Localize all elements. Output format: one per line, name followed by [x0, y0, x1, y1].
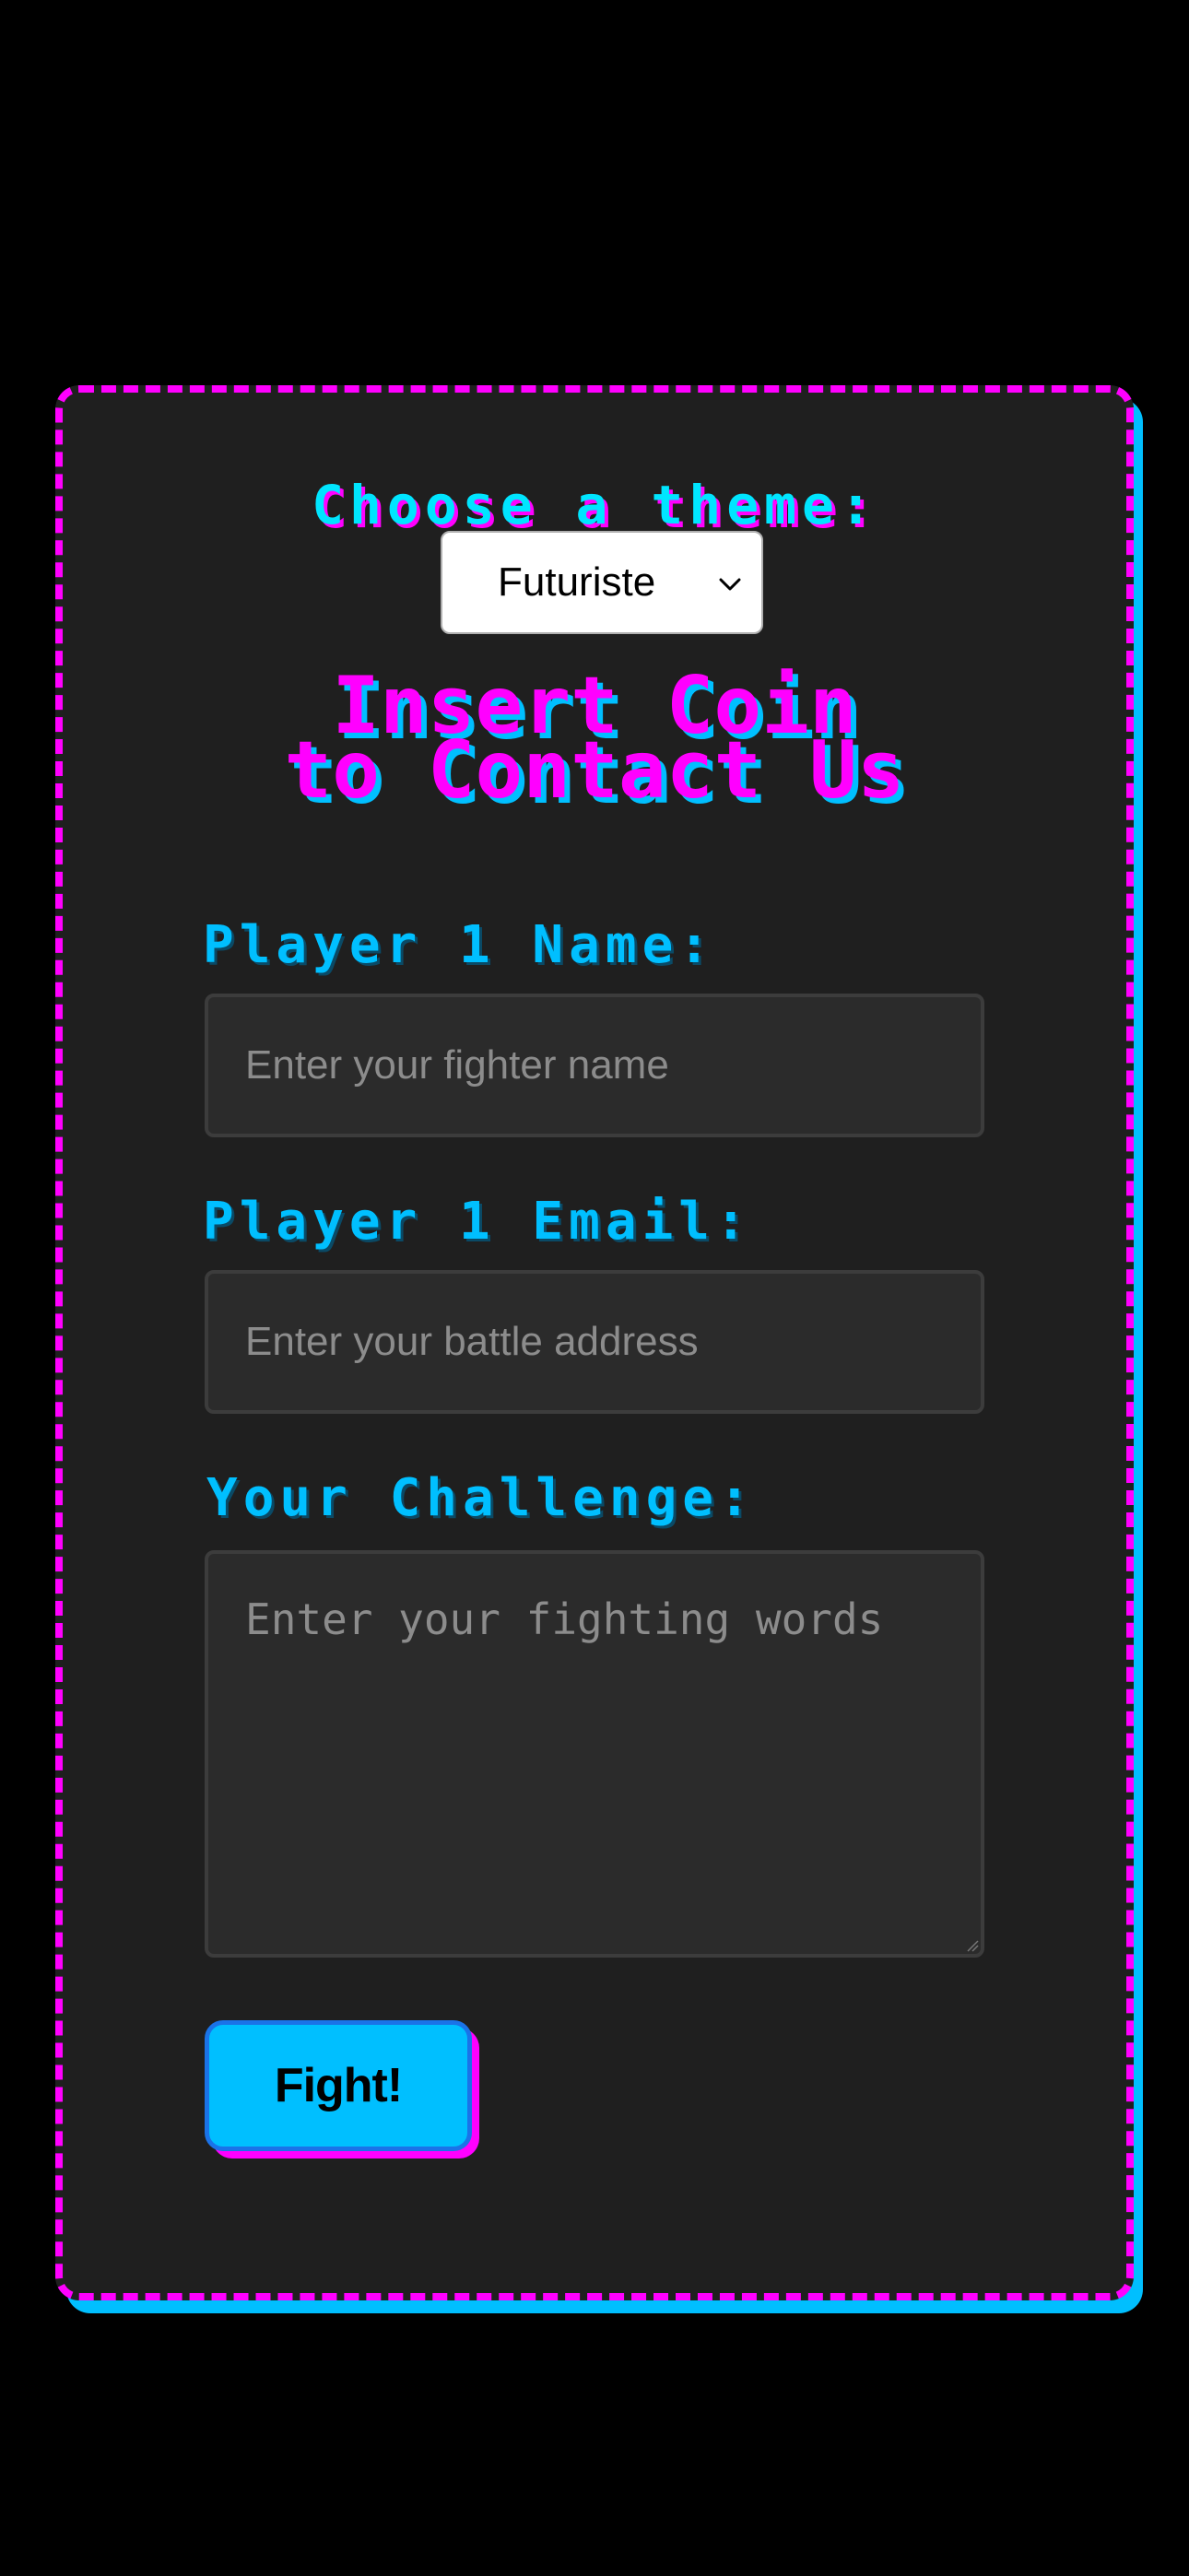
fight-button[interactable]: Fight! — [205, 2020, 472, 2151]
theme-label: Choose a theme: — [312, 474, 877, 536]
chevron-down-icon — [719, 578, 741, 591]
message-textarea[interactable]: Enter your fighting words — [205, 1550, 984, 1958]
resize-handle-icon[interactable] — [966, 1939, 979, 1952]
message-placeholder: Enter your fighting words — [245, 1594, 884, 1644]
name-input[interactable]: Enter your fighter name — [205, 994, 984, 1137]
name-placeholder: Enter your fighter name — [245, 1042, 669, 1088]
name-label: Player 1 Name: — [203, 915, 716, 975]
message-label: Your Challenge: — [206, 1468, 756, 1528]
theme-select-value: Futuriste — [498, 559, 656, 605]
email-input[interactable]: Enter your battle address — [205, 1270, 984, 1414]
title-line-2: to Contact Us — [284, 724, 905, 817]
contact-card: Choose a theme: Futuriste Insert Coin to… — [55, 385, 1134, 2300]
page-title: Insert Coin to Contact Us — [63, 666, 1126, 817]
email-placeholder: Enter your battle address — [245, 1319, 699, 1364]
theme-select[interactable]: Futuriste — [441, 531, 763, 634]
email-label: Player 1 Email: — [203, 1192, 752, 1252]
